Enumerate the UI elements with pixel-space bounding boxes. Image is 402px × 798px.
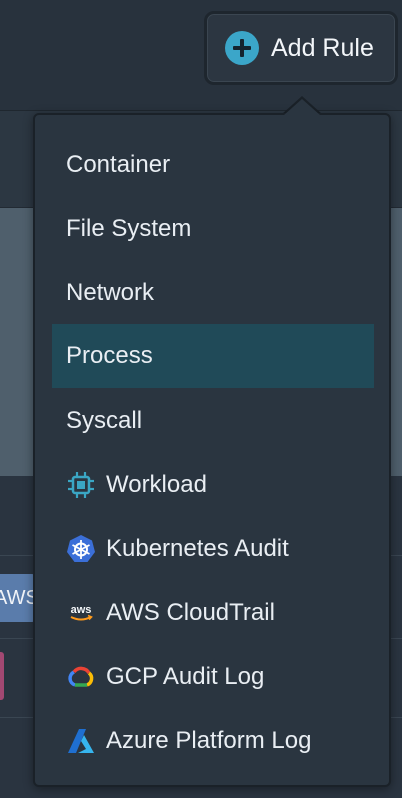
menu-item-label: Kubernetes Audit	[106, 535, 289, 562]
status-badge	[0, 652, 4, 700]
menu-item-label: Syscall	[66, 407, 143, 434]
menu-item-kubernetes-audit[interactable]: Kubernetes Audit	[52, 518, 374, 580]
menu-item-label: Container	[66, 151, 171, 178]
svg-text:aws: aws	[71, 604, 92, 616]
plus-circle-icon	[225, 31, 259, 65]
azure-icon	[66, 726, 96, 756]
menu-item-gcp-audit-log[interactable]: GCP Audit Log	[52, 646, 374, 708]
add-rule-menu: Container File System Network Process Sy…	[33, 113, 391, 787]
menu-item-aws-cloudtrail[interactable]: aws AWS CloudTrail	[52, 582, 374, 644]
menu-item-label: Azure Platform Log	[106, 727, 312, 754]
menu-item-syscall[interactable]: Syscall	[52, 390, 374, 452]
source-badge: AWS	[0, 574, 39, 622]
menu-item-label: File System	[66, 215, 192, 242]
chip-icon	[66, 470, 96, 500]
menu-item-label: AWS CloudTrail	[106, 599, 275, 626]
menu-item-label: Workload	[106, 471, 207, 498]
kubernetes-icon	[66, 534, 96, 564]
menu-item-label: Network	[66, 279, 155, 306]
menu-item-file-system[interactable]: File System	[52, 198, 374, 260]
menu-item-network[interactable]: Network	[52, 262, 374, 324]
menu-caret-fill	[284, 99, 320, 115]
aws-icon: aws	[66, 598, 96, 628]
add-rule-button[interactable]: Add Rule	[204, 11, 398, 85]
menu-item-process[interactable]: Process	[52, 324, 374, 388]
menu-item-workload[interactable]: Workload	[52, 454, 374, 516]
add-rule-label: Add Rule	[271, 33, 374, 62]
gcp-icon	[66, 662, 96, 692]
menu-item-container[interactable]: Container	[52, 134, 374, 196]
menu-item-azure-platform-log[interactable]: Azure Platform Log	[52, 710, 374, 772]
menu-item-label: GCP Audit Log	[106, 663, 265, 690]
menu-item-label: Process	[66, 342, 153, 369]
